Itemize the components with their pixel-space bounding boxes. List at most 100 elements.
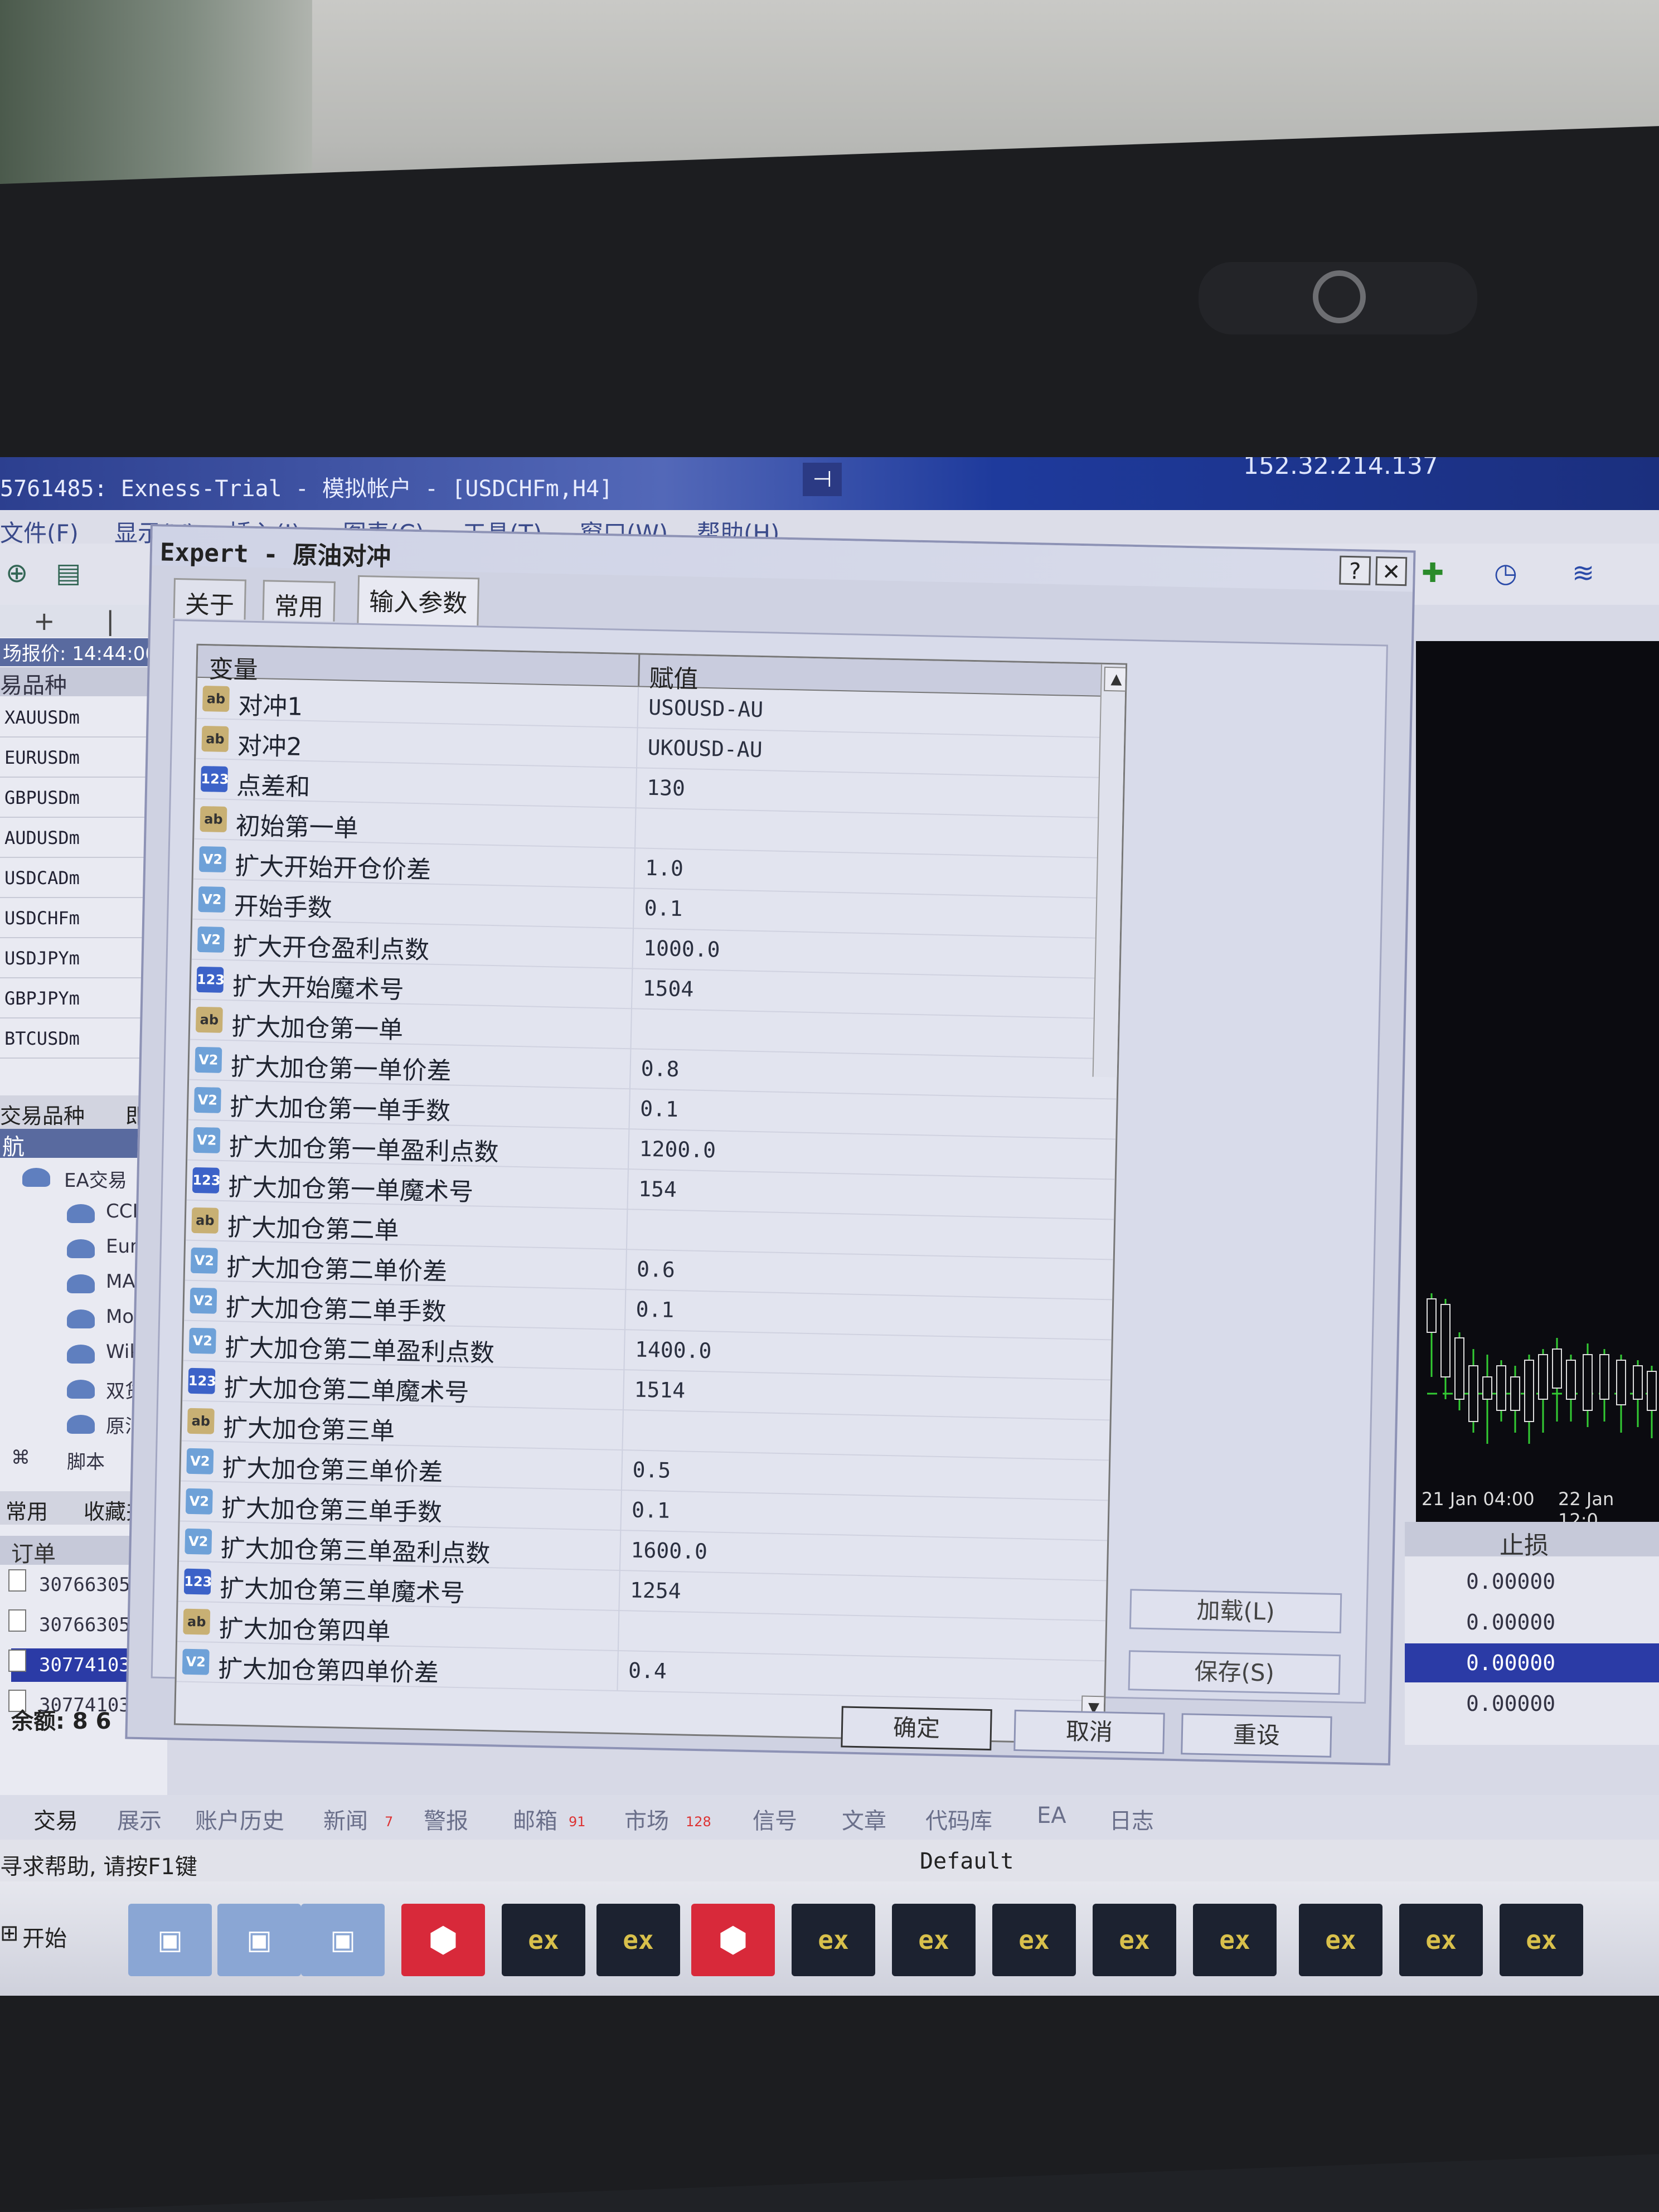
network-icon[interactable]: ▣: [301, 1904, 385, 1976]
exness-terminal-icon[interactable]: ex: [1193, 1904, 1277, 1976]
terminal-tab-9[interactable]: 代码库: [925, 1803, 992, 1835]
parameter-value[interactable]: 1000.0: [643, 936, 720, 962]
nav-ea-group[interactable]: EA交易: [64, 1165, 127, 1192]
screen: 5761485: Exness-Trial - 模拟帐户 - [USDCHFm,…: [0, 457, 1659, 1996]
parameter-value[interactable]: 0.1: [636, 1297, 675, 1322]
parameter-value[interactable]: 0.1: [640, 1097, 679, 1122]
symbol-row[interactable]: USDCHFm: [0, 898, 151, 938]
terminal-tab-3[interactable]: 新闻: [323, 1803, 368, 1835]
ok-button[interactable]: 确定: [841, 1706, 992, 1751]
parameter-value[interactable]: 0.5: [632, 1457, 671, 1482]
powershell-icon[interactable]: ▣: [217, 1904, 301, 1976]
symbol-row[interactable]: USDCADm: [0, 858, 151, 898]
candle-body: [1468, 1365, 1478, 1422]
load-button[interactable]: 加载(L): [1129, 1589, 1342, 1634]
parameter-name: 点差和: [236, 772, 311, 802]
terminal-tab-4[interactable]: 警报: [424, 1803, 468, 1835]
symbol-row[interactable]: BTCUSDm: [0, 1018, 151, 1059]
nav-scripts[interactable]: 脚本: [67, 1447, 105, 1474]
exness-terminal-icon[interactable]: ex: [1399, 1904, 1483, 1976]
type-ab-icon: ab: [201, 726, 229, 753]
symbol-row[interactable]: EURUSDm: [0, 738, 151, 778]
parameter-value[interactable]: 1400.0: [635, 1337, 712, 1364]
parameter-value[interactable]: 0.6: [637, 1257, 676, 1282]
symbol-row[interactable]: GBPUSDm: [0, 778, 151, 818]
app-hexagon-icon[interactable]: ⬢: [401, 1904, 485, 1976]
periods-icon[interactable]: ◷: [1494, 557, 1533, 591]
start-button[interactable]: ⊞ 开始: [0, 1909, 78, 1959]
parameter-value[interactable]: 1254: [630, 1578, 681, 1603]
app-hexagon-icon[interactable]: ⬢: [691, 1904, 775, 1976]
add-indicator-icon[interactable]: ✚: [1422, 557, 1461, 591]
parameter-value[interactable]: 1504: [642, 976, 693, 1002]
terminal-tab-6[interactable]: 市场: [624, 1803, 669, 1835]
candle-body: [1427, 1298, 1437, 1333]
type-v2-icon: V2: [188, 1327, 216, 1354]
cancel-button[interactable]: 取消: [1013, 1709, 1165, 1754]
save-button[interactable]: 保存(S): [1128, 1650, 1341, 1695]
stop-loss-row[interactable]: 0.00000: [1405, 1643, 1659, 1682]
stop-loss-row[interactable]: 0.00000: [1405, 1603, 1659, 1642]
symbol-row[interactable]: XAUUSDm: [0, 697, 151, 738]
exness-terminal-icon[interactable]: ex: [1299, 1904, 1382, 1976]
templates-icon[interactable]: ≋: [1572, 557, 1611, 591]
help-button[interactable]: ?: [1339, 555, 1371, 585]
terminal-tab-7[interactable]: 信号: [753, 1803, 797, 1835]
close-button[interactable]: ✕: [1375, 556, 1408, 586]
exness-terminal-icon[interactable]: ex: [892, 1904, 976, 1976]
type-v2-icon: V2: [190, 1247, 218, 1274]
reset-button[interactable]: 重设: [1181, 1713, 1332, 1758]
symbol-row[interactable]: GBPJPYm: [0, 978, 151, 1018]
exness-terminal-icon[interactable]: ex: [596, 1904, 680, 1976]
parameter-value[interactable]: 1514: [634, 1377, 685, 1403]
exness-terminal-icon[interactable]: ex: [1093, 1904, 1176, 1976]
parameter-value[interactable]: 0.4: [628, 1658, 667, 1683]
exness-terminal-icon[interactable]: ex: [992, 1904, 1076, 1976]
tab-common-settings[interactable]: 常用: [262, 580, 336, 622]
symbol-row[interactable]: AUDUSDm: [0, 818, 151, 858]
exness-terminal-icon[interactable]: ex: [792, 1904, 875, 1976]
scroll-up-icon[interactable]: ▲: [1104, 666, 1128, 692]
parameter-value[interactable]: 1.0: [645, 856, 684, 881]
symbol-column-header[interactable]: 易品种: [0, 667, 151, 698]
exness-terminal-icon[interactable]: ex: [1500, 1904, 1583, 1976]
profiles-icon[interactable]: ▤: [56, 557, 95, 591]
terminal-tab-8[interactable]: 文章: [842, 1803, 886, 1835]
expert-icon: [67, 1274, 95, 1293]
parameter-value[interactable]: 130: [647, 775, 686, 801]
parameter-value[interactable]: 1200.0: [639, 1137, 716, 1163]
terminal-tab-0[interactable]: 交易: [33, 1803, 78, 1835]
parameter-value[interactable]: 0.1: [644, 896, 683, 921]
vertical-line-icon[interactable]: |: [106, 606, 115, 636]
crosshair-icon[interactable]: +: [33, 606, 55, 636]
exness-terminal-icon[interactable]: ex: [502, 1904, 585, 1976]
terminal-tabs: 交易 展示 账户历史 新闻 警报 邮箱 市场 信号 文章 代码库 EA 日志 7 91 128: [0, 1795, 1659, 1840]
parameter-value[interactable]: 154: [638, 1177, 677, 1202]
parameter-name: 扩大加仓第三单: [222, 1414, 395, 1446]
tab-common[interactable]: 常用: [6, 1495, 48, 1525]
tab-symbols[interactable]: 交易品种: [0, 1099, 85, 1129]
stop-loss-row[interactable]: 0.00000: [1405, 1562, 1659, 1601]
tab-about[interactable]: 关于: [173, 578, 246, 620]
new-order-icon[interactable]: ⊕: [6, 557, 45, 591]
parameter-value[interactable]: 0.8: [641, 1056, 680, 1081]
terminal-tab-11[interactable]: 日志: [1109, 1803, 1154, 1835]
explorer-icon[interactable]: ▣: [128, 1904, 212, 1976]
terminal-tab-10[interactable]: EA: [1037, 1803, 1066, 1828]
parameter-value[interactable]: 1600.0: [630, 1537, 707, 1564]
candle-body: [1599, 1354, 1609, 1400]
parameter-value[interactable]: UKOUSD-AU: [647, 735, 763, 762]
parameter-value[interactable]: 0.1: [632, 1497, 671, 1522]
terminal-tab-5[interactable]: 邮箱: [513, 1803, 557, 1835]
stop-loss-row[interactable]: 0.00000: [1405, 1684, 1659, 1723]
column-divider: [633, 847, 636, 888]
order-icon: [8, 1650, 26, 1672]
pin-icon[interactable]: ⊣: [803, 463, 842, 496]
tab-inputs[interactable]: 输入参数: [357, 575, 480, 626]
symbol-row[interactable]: USDJPYm: [0, 938, 151, 978]
terminal-tab-1[interactable]: 展示: [117, 1803, 162, 1835]
terminal-tab-2[interactable]: 账户历史: [195, 1803, 284, 1835]
price-chart[interactable]: [1416, 641, 1659, 1483]
status-help: 寻求帮助, 请按F1键: [0, 1854, 197, 1880]
parameter-value[interactable]: USOUSD-AU: [648, 695, 764, 722]
